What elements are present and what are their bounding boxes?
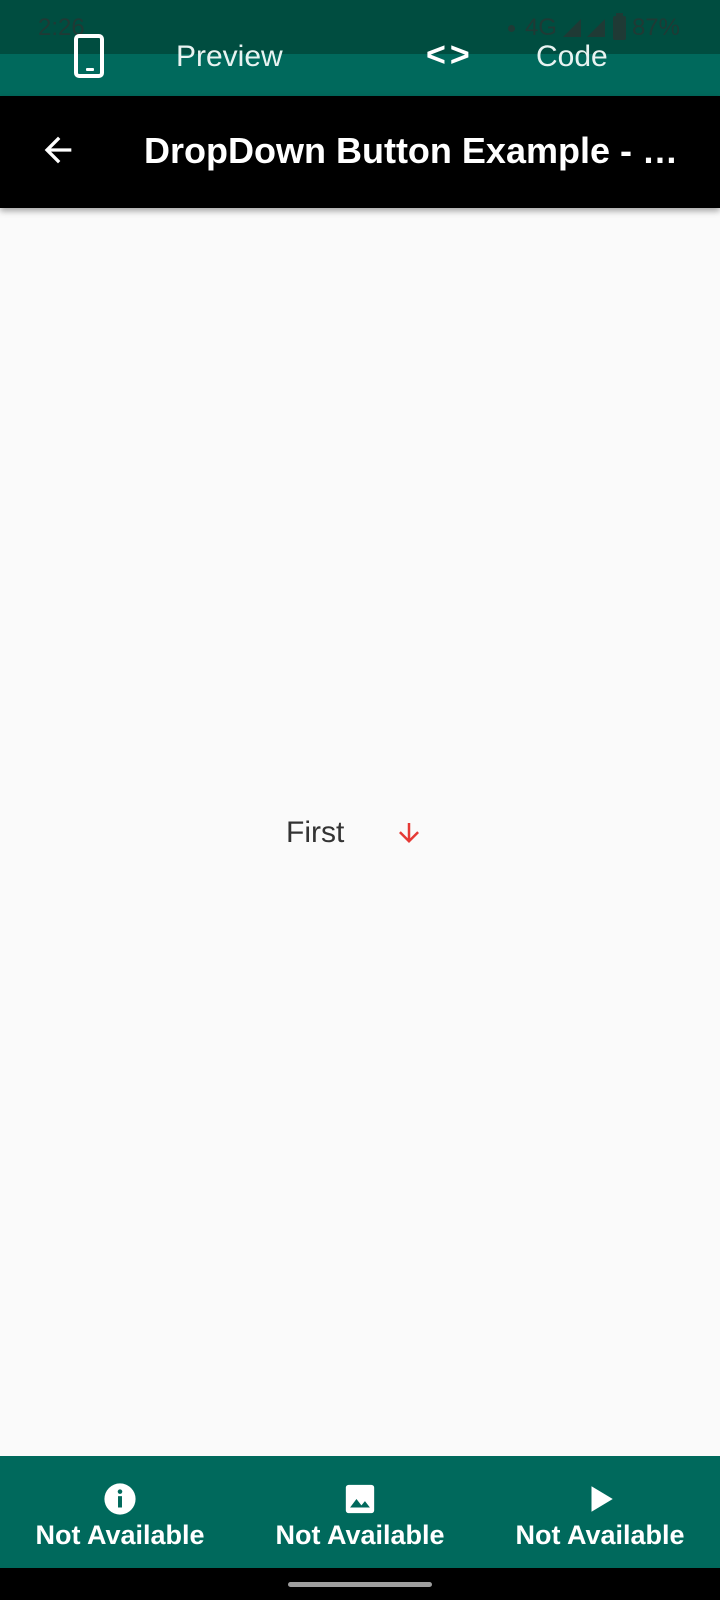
bottom-nav-item-play[interactable]: Not Available (480, 1456, 720, 1568)
code-brackets-icon[interactable]: <> (426, 36, 474, 75)
app-bar: DropDown Button Example - … (0, 96, 720, 208)
info-icon (104, 1483, 136, 1515)
tab-code[interactable]: Code (536, 40, 608, 74)
image-icon (345, 1484, 375, 1514)
bottom-nav-label: Not Available (275, 1520, 445, 1550)
dropdown-selected-value: First (286, 816, 345, 849)
play-icon (591, 1486, 613, 1512)
phone-icon[interactable] (74, 34, 104, 78)
bottom-nav-label: Not Available (515, 1520, 685, 1550)
arrow-down-icon (399, 823, 420, 843)
dropdown-button[interactable]: First (286, 808, 424, 858)
gesture-handle[interactable] (288, 1582, 432, 1587)
bottom-navigation: Not Available Not Available Not Availabl… (0, 1456, 720, 1568)
back-arrow-icon[interactable] (38, 130, 78, 170)
page-title: DropDown Button Example - … (144, 130, 678, 171)
tab-preview[interactable]: Preview (176, 40, 283, 74)
preview-code-tabs: Preview <> Code (0, 28, 720, 96)
bottom-nav-label: Not Available (35, 1520, 205, 1550)
system-navigation-bar (0, 1568, 720, 1600)
bottom-nav-item-info[interactable]: Not Available (0, 1456, 240, 1568)
bottom-nav-item-image[interactable]: Not Available (240, 1456, 480, 1568)
